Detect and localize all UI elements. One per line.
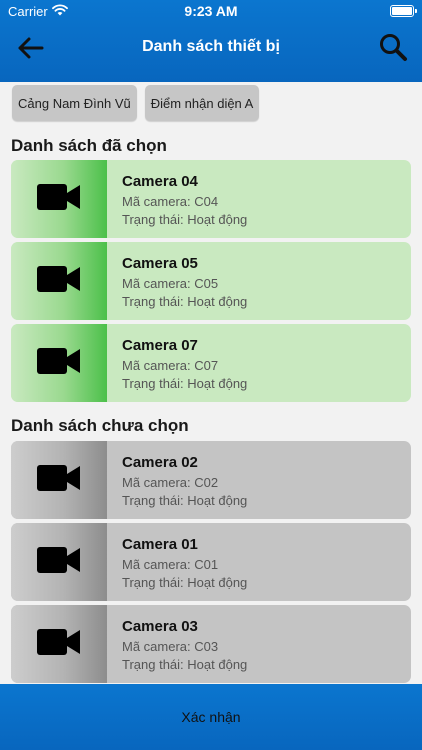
camera-code: C05 bbox=[194, 276, 219, 291]
camera-name: Camera 02 bbox=[122, 454, 198, 471]
camera-card-selected[interactable]: Camera 05 Mã camera: C05 Trạng thái: Hoạ… bbox=[11, 242, 411, 320]
chip-recognition-point[interactable]: Điểm nhận diện A bbox=[144, 85, 260, 121]
confirm-button[interactable]: Xác nhận bbox=[0, 684, 422, 750]
unselected-section-title: Danh sách chưa chọn bbox=[11, 416, 189, 435]
screen: Carrier 9:23 AM Danh sách thiết bị Cảng … bbox=[0, 0, 422, 750]
selected-section-title: Danh sách đã chọn bbox=[11, 136, 167, 155]
camera-status: Hoạt động bbox=[187, 575, 248, 590]
video-camera-icon bbox=[37, 182, 81, 217]
camera-card-selected[interactable]: Camera 04 Mã camera: C04 Trạng thái: Hoạ… bbox=[11, 160, 411, 238]
camera-code: C02 bbox=[194, 475, 219, 490]
camera-status: Hoạt động bbox=[187, 657, 248, 672]
camera-card-unselected[interactable]: Camera 02 Mã camera: C02 Trạng thái: Hoạ… bbox=[11, 441, 411, 519]
status-time: 9:23 AM bbox=[184, 3, 238, 19]
search-icon bbox=[378, 32, 408, 67]
camera-code-label: Mã camera: bbox=[122, 358, 195, 373]
confirm-button-label: Xác nhận bbox=[181, 709, 241, 725]
video-camera-icon bbox=[37, 627, 81, 662]
header: Carrier 9:23 AM Danh sách thiết bị bbox=[0, 0, 422, 82]
camera-card-unselected[interactable]: Camera 03 Mã camera: C03 Trạng thái: Hoạ… bbox=[11, 605, 411, 683]
camera-status: Hoạt động bbox=[187, 493, 248, 508]
camera-name: Camera 07 bbox=[122, 337, 198, 354]
camera-name: Camera 04 bbox=[122, 173, 198, 190]
camera-code-label: Mã camera: bbox=[122, 475, 195, 490]
camera-status-label: Trạng thái: bbox=[122, 294, 188, 309]
page-title: Danh sách thiết bị bbox=[142, 38, 280, 55]
camera-status-label: Trạng thái: bbox=[122, 575, 188, 590]
camera-code: C04 bbox=[194, 194, 219, 209]
status-bar: Carrier 9:23 AM bbox=[0, 0, 422, 22]
video-camera-icon bbox=[37, 545, 81, 580]
chip-port-label: Cảng Nam Đình Vũ bbox=[18, 95, 131, 111]
camera-name: Camera 03 bbox=[122, 618, 198, 635]
camera-status-label: Trạng thái: bbox=[122, 376, 188, 391]
video-camera-icon bbox=[37, 264, 81, 299]
camera-card-selected[interactable]: Camera 07 Mã camera: C07 Trạng thái: Hoạ… bbox=[11, 324, 411, 402]
camera-name: Camera 05 bbox=[122, 255, 198, 272]
camera-code: C01 bbox=[194, 557, 219, 572]
search-button[interactable] bbox=[374, 30, 412, 68]
camera-status-label: Trạng thái: bbox=[122, 493, 188, 508]
chip-port[interactable]: Cảng Nam Đình Vũ bbox=[12, 85, 137, 121]
nav-bar: Danh sách thiết bị bbox=[0, 22, 422, 82]
camera-card-unselected[interactable]: Camera 01 Mã camera: C01 Trạng thái: Hoạ… bbox=[11, 523, 411, 601]
battery-icon bbox=[390, 5, 417, 17]
camera-status: Hoạt động bbox=[187, 294, 248, 309]
camera-status: Hoạt động bbox=[187, 376, 248, 391]
camera-code-label: Mã camera: bbox=[122, 276, 195, 291]
camera-code-label: Mã camera: bbox=[122, 194, 195, 209]
camera-code: C07 bbox=[194, 358, 219, 373]
video-camera-icon bbox=[37, 463, 81, 498]
camera-code: C03 bbox=[194, 639, 219, 654]
camera-status-label: Trạng thái: bbox=[122, 212, 188, 227]
camera-status: Hoạt động bbox=[187, 212, 248, 227]
chip-recognition-point-label: Điểm nhận diện A bbox=[150, 95, 254, 111]
camera-status-label: Trạng thái: bbox=[122, 657, 188, 672]
filter-chips: Cảng Nam Đình Vũ Điểm nhận diện A bbox=[12, 85, 260, 121]
camera-name: Camera 01 bbox=[122, 536, 198, 553]
video-camera-icon bbox=[37, 346, 81, 381]
camera-code-label: Mã camera: bbox=[122, 557, 195, 572]
camera-code-label: Mã camera: bbox=[122, 639, 195, 654]
